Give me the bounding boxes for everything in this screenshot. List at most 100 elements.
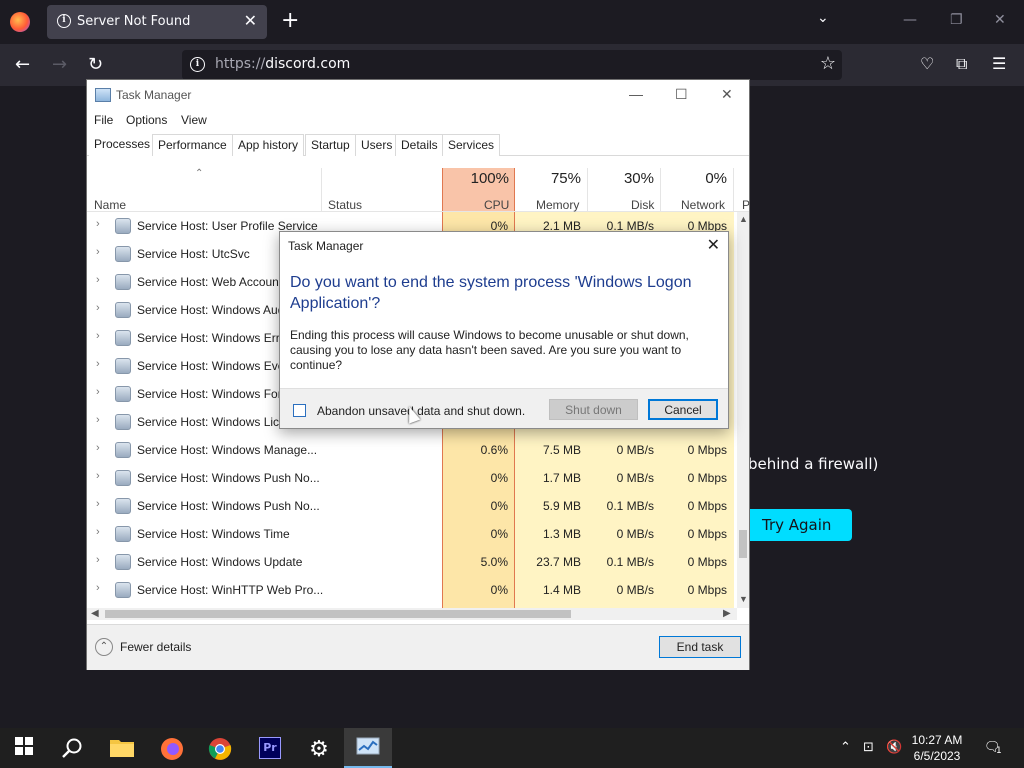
header-disk[interactable]: Disk — [631, 198, 654, 212]
expand-chevron-icon[interactable]: › — [96, 526, 100, 538]
search-icon[interactable] — [48, 728, 96, 768]
scroll-thumb[interactable] — [739, 530, 747, 558]
shut-down-button[interactable]: Shut down — [549, 399, 638, 420]
memory-value: 23.7 MB — [536, 555, 581, 569]
tab-details[interactable]: Details — [395, 134, 444, 156]
cpu-value: 0% — [490, 471, 508, 485]
file-explorer-icon[interactable] — [98, 728, 146, 768]
tab-processes[interactable]: Processes — [89, 134, 156, 156]
table-row[interactable]: › Service Host: Windows Push No... 0% 5.9 M… — [87, 492, 737, 520]
scroll-right-icon[interactable]: ▶ — [723, 608, 731, 619]
header-network[interactable]: Network — [681, 198, 725, 212]
horizontal-scrollbar[interactable]: ◀ ▶ — [87, 608, 737, 620]
minimize-icon[interactable]: — — [629, 86, 643, 102]
firefox-icon[interactable] — [148, 728, 196, 768]
scroll-left-icon[interactable]: ◀ — [91, 608, 99, 619]
table-row[interactable]: › Service Host: Windows Manage... 0.6% 7.5 … — [87, 436, 737, 464]
windows-start-icon[interactable] — [0, 728, 48, 768]
chevron-up-icon[interactable]: ⌃ — [840, 740, 851, 755]
extensions-icon[interactable]: ⧉ — [956, 54, 967, 74]
menu-options[interactable]: Options — [126, 113, 167, 127]
maximize-icon[interactable]: ☐ — [675, 86, 688, 103]
expand-chevron-icon[interactable]: › — [96, 386, 100, 398]
url-bar[interactable]: i https://discord.com ☆ — [182, 50, 842, 80]
checkbox-label[interactable]: Abandon unsaved data and shut down. — [317, 404, 525, 418]
expand-chevron-icon[interactable]: › — [96, 246, 100, 258]
minimize-icon[interactable]: — — [903, 12, 917, 28]
table-row[interactable]: › Service Host: Windows Update 5.0% 23.7 MB… — [87, 548, 737, 576]
tab-app-history[interactable]: App history — [232, 134, 305, 156]
settings-icon[interactable]: ⚙ — [295, 728, 343, 768]
forward-icon[interactable]: → — [52, 54, 67, 75]
close-tab-icon[interactable]: ✕ — [244, 11, 257, 30]
expand-chevron-icon[interactable]: › — [96, 330, 100, 342]
restore-icon[interactable]: ❐ — [950, 12, 963, 28]
close-icon[interactable]: ✕ — [707, 235, 720, 255]
end-task-button[interactable]: End task — [659, 636, 741, 658]
header-disk-pct[interactable]: 30% — [607, 170, 654, 187]
site-info-icon[interactable]: i — [190, 57, 205, 72]
network-icon[interactable]: ⊡ — [863, 740, 874, 755]
sort-up-icon: ⌃ — [195, 168, 204, 179]
expand-chevron-icon[interactable]: › — [96, 302, 100, 314]
tab-services[interactable]: Services — [442, 134, 501, 156]
table-row[interactable]: › Service Host: Windows Time 0% 1.3 MB 0 MB/… — [87, 520, 737, 548]
close-window-icon[interactable]: ✕ — [994, 12, 1006, 28]
header-memory[interactable]: Memory — [536, 198, 579, 212]
expand-chevron-icon[interactable]: › — [96, 442, 100, 454]
back-icon[interactable]: ← — [15, 54, 30, 75]
chrome-icon[interactable] — [196, 728, 244, 768]
scroll-down-icon[interactable]: ▼ — [739, 594, 748, 604]
expand-chevron-icon[interactable]: › — [96, 414, 100, 426]
expand-chevron-icon[interactable]: › — [96, 358, 100, 370]
tab-users[interactable]: Users — [355, 134, 399, 156]
expand-chevron-icon[interactable]: › — [96, 498, 100, 510]
new-tab-icon[interactable]: + — [281, 8, 299, 33]
header-mem-pct[interactable]: 75% — [527, 170, 581, 187]
task-manager-icon[interactable] — [344, 728, 392, 768]
process-name: Service Host: WinHTTP Web Pro... — [137, 583, 324, 597]
star-icon[interactable]: ☆ — [820, 53, 836, 74]
tab-startup[interactable]: Startup — [305, 134, 356, 156]
abandon-data-checkbox[interactable] — [293, 404, 306, 417]
header-cpu-pct[interactable]: 100% — [457, 170, 509, 187]
url-text[interactable]: https://discord.com — [215, 56, 350, 72]
try-again-button[interactable]: Try Again — [748, 509, 852, 541]
process-name: Service Host: Windows Lice — [137, 415, 286, 429]
close-icon[interactable]: ✕ — [721, 86, 733, 103]
scroll-thumb[interactable] — [105, 610, 571, 618]
process-name: Service Host: Windows Erro — [137, 331, 287, 345]
browser-tab[interactable]: i Server Not Found ✕ — [47, 5, 267, 39]
process-name: Service Host: Windows Aud — [137, 303, 285, 317]
system-clock[interactable]: 10:27 AM 6/5/2023 — [902, 732, 972, 764]
header-power[interactable]: P — [742, 198, 750, 212]
menu-view[interactable]: View — [181, 113, 207, 127]
pocket-icon[interactable]: ♡ — [920, 54, 934, 73]
chevron-up-circle-icon[interactable]: ⌃ — [95, 638, 113, 656]
header-net-pct[interactable]: 0% — [677, 170, 727, 187]
firefox-icon[interactable] — [10, 12, 30, 32]
volume-muted-icon[interactable]: 🔇 — [886, 740, 902, 755]
expand-chevron-icon[interactable]: › — [96, 554, 100, 566]
header-name[interactable]: Name — [94, 198, 126, 212]
task-manager-title-bar[interactable]: Task Manager — ☐ ✕ — [87, 80, 749, 110]
service-gear-icon — [115, 498, 131, 514]
tab-performance[interactable]: Performance — [152, 134, 233, 156]
reload-icon[interactable]: ↻ — [88, 54, 103, 75]
menu-icon[interactable]: ☰ — [992, 54, 1006, 73]
expand-chevron-icon[interactable]: › — [96, 218, 100, 230]
vertical-scrollbar[interactable]: ▲ ▼ — [737, 212, 749, 608]
header-status[interactable]: Status — [328, 198, 362, 212]
expand-chevron-icon[interactable]: › — [96, 470, 100, 482]
cancel-button[interactable]: Cancel — [648, 399, 718, 420]
header-cpu[interactable]: CPU — [484, 198, 509, 212]
fewer-details-link[interactable]: Fewer details — [120, 640, 191, 654]
premiere-icon[interactable]: Pr — [246, 728, 294, 768]
table-row[interactable]: › Service Host: WinHTTP Web Pro... 0% 1.4 M… — [87, 576, 737, 604]
menu-file[interactable]: File — [94, 113, 113, 127]
expand-chevron-icon[interactable]: › — [96, 582, 100, 594]
table-row[interactable]: › Service Host: Windows Push No... 0% 1.7 M… — [87, 464, 737, 492]
expand-chevron-icon[interactable]: › — [96, 274, 100, 286]
scroll-up-icon[interactable]: ▲ — [739, 214, 748, 224]
chevron-down-icon[interactable]: ⌄ — [817, 10, 829, 26]
